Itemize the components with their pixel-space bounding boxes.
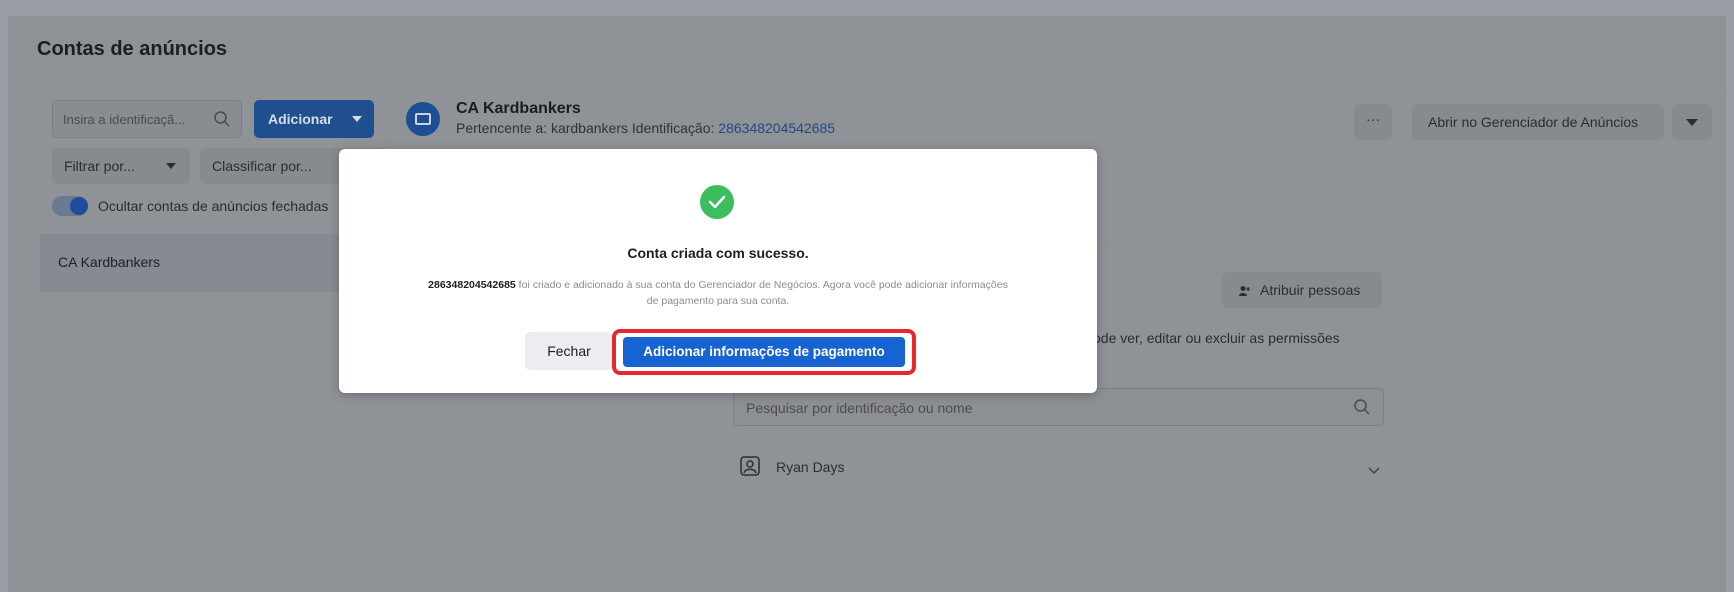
open-ads-manager-dropdown[interactable]	[1672, 104, 1712, 140]
list-item[interactable]: CA Kardbankers	[40, 234, 386, 292]
id-prefix: Identificação:	[631, 120, 715, 136]
person-add-icon	[1238, 284, 1250, 296]
account-id-link[interactable]: 286348204542685	[718, 120, 835, 136]
search-icon	[1353, 398, 1371, 419]
people-search-input[interactable]: Pesquisar por identificação ou nome	[733, 388, 1384, 426]
search-icon	[213, 110, 231, 131]
permissions-description: ode ver, editar ou excluir as permissões	[1093, 330, 1340, 346]
success-dialog: Conta criada com sucesso. 28634820454268…	[339, 149, 1097, 393]
toggle-label: Ocultar contas de anúncios fechadas	[98, 198, 329, 214]
chevron-down-icon	[166, 163, 176, 169]
chevron-down-icon	[1686, 119, 1698, 126]
account-title: CA Kardbankers	[456, 100, 581, 117]
add-payment-info-button[interactable]: Adicionar informações de pagamento	[623, 337, 905, 367]
more-options-button[interactable]: ···	[1354, 104, 1392, 140]
open-ads-manager-button[interactable]: Abrir no Gerenciador de Anúncios	[1412, 104, 1664, 140]
dialog-message-line2: de pagamento para sua conta.	[646, 295, 790, 307]
dialog-title: Conta criada com sucesso.	[627, 245, 809, 261]
account-list-panel: Insira a identificaçã... Adicionar Filtr…	[40, 88, 386, 592]
success-check-icon	[700, 185, 734, 219]
chevron-down-icon[interactable]	[1368, 462, 1380, 480]
search-placeholder: Insira a identificaçã...	[63, 112, 186, 127]
account-meta: Pertencente a: kardbankers Identificação…	[456, 120, 835, 136]
person-icon	[740, 456, 760, 479]
ad-account-icon	[406, 102, 440, 136]
account-name: CA Kardbankers	[58, 254, 160, 270]
person-name: Ryan Days	[776, 459, 845, 475]
filter-label: Filtrar por...	[64, 158, 135, 174]
dialog-message: 286348204542685 foi criado e adicionado …	[345, 277, 1091, 309]
assign-label: Atribuir pessoas	[1260, 282, 1361, 298]
owner-text: Pertencente a: kardbankers	[456, 120, 628, 136]
people-search-placeholder: Pesquisar por identificação ou nome	[746, 400, 973, 416]
filter-dropdown[interactable]: Filtrar por...	[52, 148, 190, 184]
toggle-knob	[70, 197, 88, 215]
account-search-input[interactable]: Insira a identificaçã...	[52, 100, 242, 138]
hide-closed-toggle[interactable]	[52, 196, 88, 216]
chevron-down-icon	[352, 116, 362, 122]
assign-people-button[interactable]: Atribuir pessoas	[1222, 272, 1382, 308]
close-button[interactable]: Fechar	[525, 332, 613, 370]
page-title: Contas de anúncios	[37, 38, 228, 60]
add-button[interactable]: Adicionar	[254, 100, 374, 138]
dialog-message-line1: foi criado e adicionado à sua conta do G…	[515, 279, 1008, 291]
dialog-account-id: 286348204542685	[428, 279, 516, 291]
sort-label: Classificar por...	[212, 158, 312, 174]
add-button-label: Adicionar	[268, 111, 333, 127]
